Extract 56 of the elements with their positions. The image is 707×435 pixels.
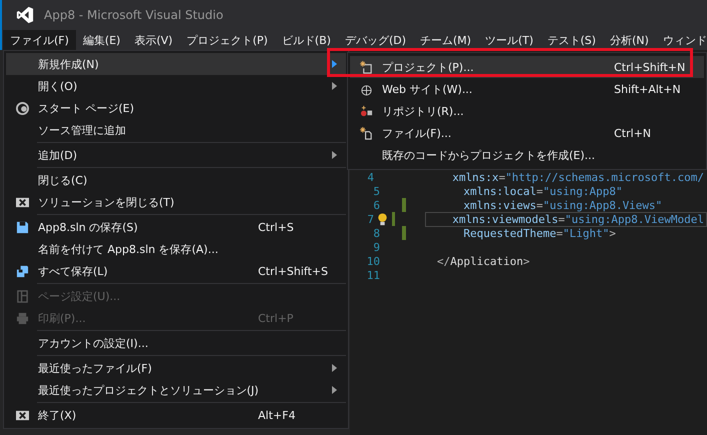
visual-studio-logo [16,6,34,24]
menu-item[interactable]: テスト(S) [540,30,603,50]
code-line: xmlns:local="using:App8" [462,184,624,198]
window-title: App8 - Microsoft Visual Studio [44,8,224,22]
line-number: 7 [366,212,374,226]
printer-icon [16,312,28,324]
menu-item[interactable]: ファイル(F) [3,30,76,50]
code-line: </Application> [436,254,531,268]
menu-entry[interactable]: 新規作成(N) [6,53,346,75]
page-icon [16,290,28,302]
line-number: 5 [372,184,380,198]
menu-entry[interactable]: ソース管理に追加 [6,119,346,141]
menu-entry[interactable]: 名前を付けて App8.sln を保存(A)... [6,238,346,260]
code-line: xmlns:views="using:App8.Views" [462,198,664,212]
globe-icon [360,82,372,96]
line-number: 6 [372,198,380,212]
menu-item[interactable]: ツール(T) [478,30,540,50]
menu-item[interactable]: 編集(E) [76,30,128,50]
menu-entry[interactable]: App8.sln の保存(S) Ctrl+S [6,216,346,238]
menu-item[interactable]: 分析(N) [602,30,656,50]
close-icon [16,408,28,422]
menu-entry[interactable]: 追加(D) [6,144,346,166]
lightbulb-icon [377,212,388,226]
menu-entry[interactable]: ソリューションを閉じる(T) [6,191,346,213]
line-number: 4 [366,170,374,184]
menu-entry[interactable]: 既存のコードからプロジェクトを作成(E)... [350,144,704,166]
menu-entry[interactable]: スタート ページ(E) [6,97,346,119]
menu-item[interactable]: 表示(V) [127,30,180,50]
menu-entry[interactable]: 開く(O) [6,75,346,97]
menu-item[interactable]: チーム(M) [413,30,478,50]
menu-entry[interactable]: 最近使ったプロジェクトとソリューション(J) [6,379,346,401]
line-number: 9 [372,240,380,254]
save-icon [16,220,28,234]
code-line: RequestedTheme="Light"> [462,226,617,240]
start-page-icon [16,102,28,114]
save-all-icon [16,264,28,278]
repository-icon [360,104,372,118]
menu-item[interactable]: ウィンド [656,30,707,50]
menu-entry[interactable]: 最近使ったファイル(F) [6,357,346,379]
new-project-icon [360,60,372,74]
menu-item[interactable]: ビルド(B) [274,30,338,50]
menu-entry[interactable]: すべて保存(L) Ctrl+Shift+S [6,260,346,282]
menu-entry[interactable]: ファイル(F)... Ctrl+N [350,122,704,144]
menu-item[interactable]: プロジェクト(P) [180,30,275,50]
line-number: 11 [366,268,380,282]
line-number: 10 [366,254,380,268]
menu-entry[interactable]: 閉じる(C) [6,169,346,191]
close-icon [16,196,28,208]
new-file-icon [360,126,372,140]
menu-entry[interactable]: リポジトリ(R)... [350,100,704,122]
line-number: 8 [372,226,380,240]
menu-entry[interactable]: 終了(X) Alt+F4 [6,404,346,426]
code-line: xmlns:x="http://schemas.microsoft.com/ [451,170,705,184]
menu-item[interactable]: デバッグ(D) [338,30,413,50]
menu-entry[interactable]: Web サイト(W)... Shift+Alt+N [350,78,704,100]
menu-entry[interactable]: アカウントの設定(I)... [6,332,346,354]
